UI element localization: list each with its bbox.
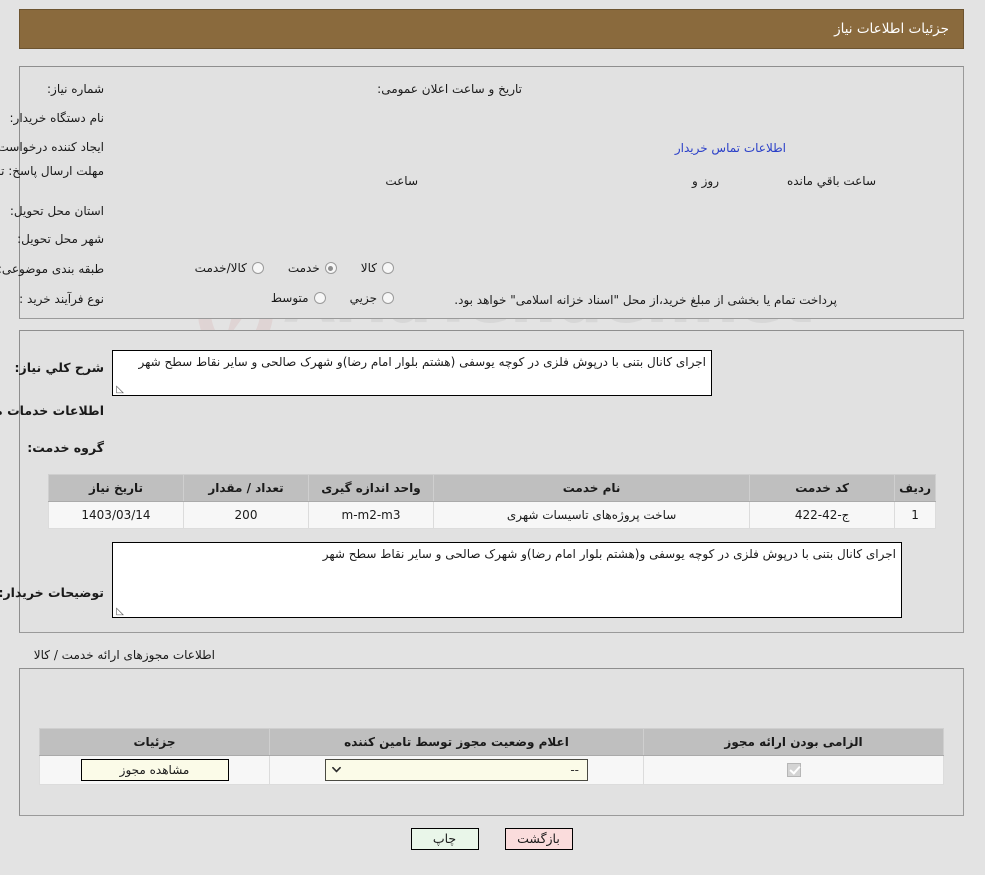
footer-actions: بازگشت چاپ [0, 828, 985, 850]
column-header-required: الزامی بودن ارائه مجوز [644, 728, 945, 756]
buyer-contact-link[interactable]: اطلاعات تماس خریدار [676, 141, 787, 155]
column-header-date: تاریخ نیاز [49, 474, 185, 502]
cell-code: ج-42-422 [750, 501, 897, 529]
services-table-header-row: ردیف کد خدمت نام خدمت واحد اندازه گیری ت… [49, 474, 937, 502]
need-summary-text: اجرای کانال بتنی با درپوش فلزی در کوچه ی… [139, 355, 707, 369]
cell-quantity: 200 [184, 501, 310, 529]
chevron-down-icon [333, 766, 342, 773]
buyer-notes-text: اجرای کانال بتنی با درپوش فلزی در کوچه ی… [323, 547, 897, 561]
process-label-wrap: نوع فرآیند خرید : [20, 292, 105, 306]
cell-status-select: -- [270, 755, 645, 785]
permits-section-title: اطلاعات مجوزهای ارائه خدمت / کالا [34, 648, 216, 662]
services-section-title: اطلاعات خدمات مورد نیاز [0, 403, 105, 418]
process-option-jozei[interactable]: جزیي [351, 291, 395, 305]
process-radio-group: جزیي متوسط [272, 291, 395, 305]
payment-note-text: پرداخت تمام یا بخشی از مبلغ خرید،از محل … [455, 293, 838, 307]
creator-label: ایجاد کننده درخواست: [0, 140, 105, 154]
radio-icon[interactable] [252, 262, 265, 274]
deadline-label: مهلت ارسال پاسخ: تا تاریخ: [0, 164, 105, 178]
province-label-wrap: استان محل تحویل: [11, 204, 105, 218]
column-header-index: ردیف [895, 474, 937, 502]
need-number-label-wrap: شماره نیاز: [48, 82, 105, 96]
announce-datetime-label: تاریخ و ساعت اعلان عمومی: [378, 82, 523, 96]
cell-date: 1403/03/14 [49, 501, 185, 529]
process-option-label: متوسط [271, 291, 310, 305]
city-label: شهر محل تحویل: [18, 232, 105, 246]
column-header-quantity: تعداد / مقدار [184, 474, 310, 502]
cell-name: ساخت پروژه‌های تاسیسات شهری [433, 501, 752, 529]
column-header-name: نام خدمت [433, 474, 752, 502]
cell-unit: m-m2-m3 [309, 501, 435, 529]
column-header-status: اعلام وضعیت مجوز توسط تامین کننده [270, 728, 645, 756]
cell-details-button: مشاهده مجوز [40, 755, 271, 785]
table-row: 1 ج-42-422 ساخت پروژه‌های تاسیسات شهری m… [49, 501, 937, 529]
radio-icon[interactable] [383, 292, 395, 304]
category-option-label: خدمت [288, 261, 321, 275]
process-type-label: نوع فرآیند خرید : [20, 292, 105, 306]
need-info-panel [20, 66, 965, 319]
creator-label-wrap: ایجاد کننده درخواست: [0, 140, 105, 154]
announce-label-wrap: تاریخ و ساعت اعلان عمومی: [378, 82, 523, 96]
city-label-wrap: شهر محل تحویل: [18, 232, 105, 246]
column-header-code: کد خدمت [750, 474, 897, 502]
permit-status-value: -- [571, 763, 580, 777]
permits-table: الزامی بودن ارائه مجوز اعلام وضعیت مجوز … [40, 728, 945, 785]
radio-icon[interactable] [314, 292, 327, 304]
province-label: استان محل تحویل: [10, 204, 105, 218]
table-row: -- مشاهده مجوز [40, 755, 945, 785]
services-table: ردیف کد خدمت نام خدمت واحد اندازه گیری ت… [49, 474, 937, 529]
need-summary-textarea[interactable]: اجرای کانال بتنی با درپوش فلزی در کوچه ی… [113, 350, 713, 396]
deadline-label-wrap: مهلت ارسال پاسخ: تا تاریخ: [0, 164, 105, 179]
print-button[interactable]: چاپ [411, 828, 480, 850]
category-option-label: کالا [361, 261, 378, 275]
process-option-motevaset[interactable]: متوسط [272, 291, 327, 305]
need-number-label: شماره نیاز: [48, 82, 105, 96]
buyer-notes-label: توضیحات خریدار: [0, 585, 105, 600]
column-header-unit: واحد اندازه گیری [309, 474, 435, 502]
category-option-kala-khedmat[interactable]: کالا/خدمت [196, 261, 265, 275]
radio-icon[interactable] [383, 262, 395, 274]
permits-table-header-row: الزامی بودن ارائه مجوز اعلام وضعیت مجوز … [40, 728, 945, 756]
remaining-hours-label: ساعت باقي مانده [787, 174, 877, 188]
buyer-org-label: نام دستگاه خریدار: [10, 111, 106, 125]
category-radio-group: کالا خدمت کالا/خدمت [196, 261, 395, 275]
cell-index: 1 [895, 501, 937, 529]
resize-grip-icon[interactable]: ◺ [116, 385, 125, 395]
service-group-label: گروه خدمت: [28, 440, 105, 455]
cell-required-checkbox [644, 755, 945, 785]
buyer-notes-textarea[interactable]: اجرای کانال بتنی با درپوش فلزی در کوچه ی… [113, 542, 903, 618]
category-option-kala[interactable]: کالا [362, 261, 395, 275]
page-title: جزئیات اطلاعات نیاز [835, 21, 950, 37]
category-label: طبقه بندی موضوعی: [0, 262, 105, 276]
category-option-label: کالا/خدمت [195, 261, 248, 275]
page-header: جزئیات اطلاعات نیاز [20, 9, 965, 49]
page-root: AriaTender.net جزئیات اطلاعات نیاز شماره… [0, 0, 985, 875]
deadline-hour-label: ساعت [386, 174, 419, 188]
need-summary-label: شرح کلي نیاز: [15, 360, 105, 375]
view-permit-button[interactable]: مشاهده مجوز [81, 759, 230, 781]
radio-icon[interactable] [325, 262, 338, 274]
process-option-label: جزیي [350, 291, 378, 305]
resize-grip-icon[interactable]: ◺ [116, 607, 125, 617]
back-button[interactable]: بازگشت [505, 828, 574, 850]
category-option-khedmat[interactable]: خدمت [289, 261, 338, 275]
buyer-org-label-wrap: نام دستگاه خریدار: [11, 111, 106, 125]
permit-status-select[interactable]: -- [326, 759, 589, 781]
column-header-details: جزئیات [40, 728, 271, 756]
days-label: روز و [693, 174, 720, 188]
permit-required-checkbox [787, 763, 802, 778]
category-label-wrap: طبقه بندی موضوعی: [0, 262, 105, 276]
